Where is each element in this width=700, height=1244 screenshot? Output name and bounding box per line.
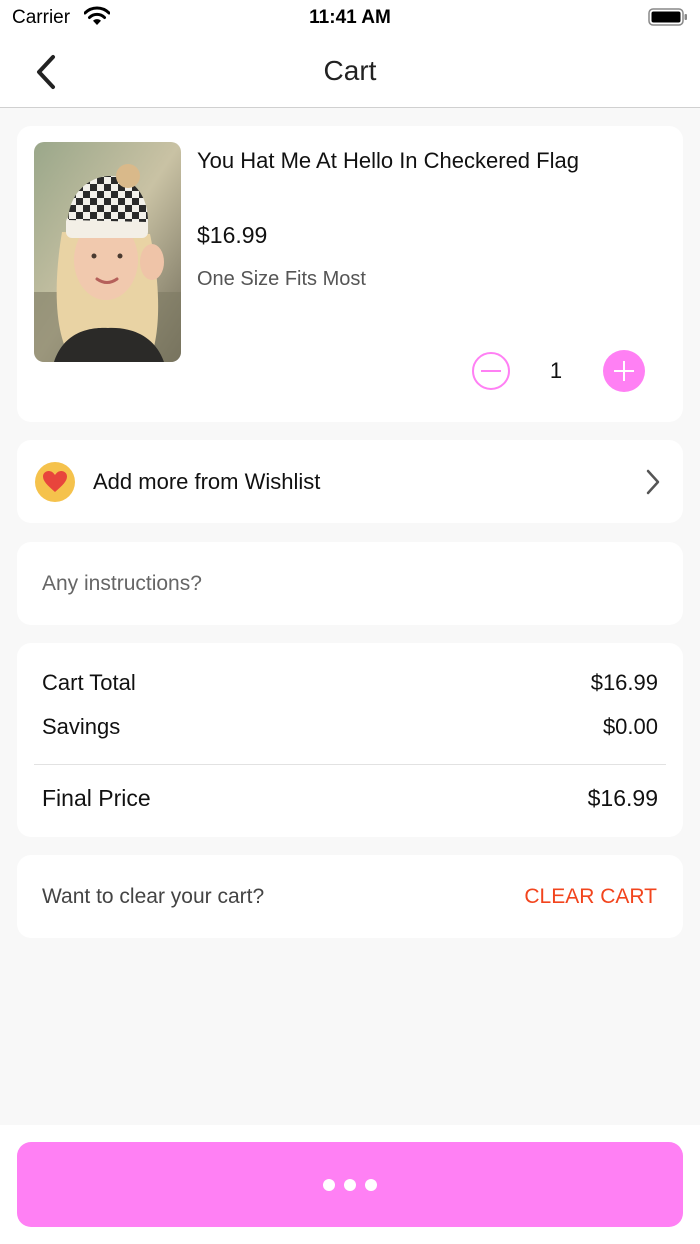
clock-time: 11:41 AM	[309, 7, 391, 28]
bottom-bar	[0, 1125, 700, 1244]
product-name[interactable]: You Hat Me At Hello In Checkered Flag	[197, 146, 597, 176]
order-summary: Cart Total $16.99 Savings $0.00 Final Pr…	[17, 643, 683, 837]
instructions-input[interactable]	[42, 566, 652, 602]
loading-dot	[344, 1178, 356, 1191]
clear-cart-button[interactable]: CLEAR CART	[524, 885, 657, 909]
savings-row: Savings $0.00	[42, 714, 658, 740]
add-from-wishlist-row[interactable]: Add more from Wishlist	[17, 440, 683, 523]
product-image[interactable]	[34, 142, 181, 362]
cart-total-value: $16.99	[590, 670, 658, 695]
product-size: One Size Fits Most	[197, 268, 366, 290]
checkout-button-loading[interactable]	[17, 1142, 683, 1227]
wishlist-label: Add more from Wishlist	[93, 469, 321, 494]
nav-bar: Cart	[0, 36, 700, 108]
status-bar: Carrier 11:41 AM	[0, 0, 700, 36]
final-price-label: Final Price	[42, 785, 151, 811]
final-price-row: Final Price $16.99	[42, 785, 658, 812]
clear-cart-prompt: Want to clear your cart?	[42, 885, 265, 908]
minus-icon	[481, 370, 501, 372]
cart-total-row: Cart Total $16.99	[42, 670, 658, 696]
product-photo	[34, 142, 181, 362]
increase-quantity-button[interactable]	[603, 350, 645, 392]
clear-cart-card: Want to clear your cart? CLEAR CART	[17, 855, 683, 938]
plus-icon	[614, 361, 634, 381]
savings-label: Savings	[42, 714, 121, 739]
loading-dot	[365, 1178, 377, 1191]
product-price: $16.99	[197, 222, 268, 248]
cart-total-label: Cart Total	[42, 670, 136, 695]
quantity-value: 1	[549, 358, 563, 383]
cart-item-card: You Hat Me At Hello In Checkered Flag $1…	[17, 126, 683, 422]
divider	[34, 764, 666, 765]
chevron-right-icon	[646, 469, 660, 495]
decrease-quantity-button[interactable]	[472, 352, 510, 390]
savings-value: $0.00	[602, 714, 658, 739]
loading-dot	[323, 1178, 335, 1191]
final-price-value: $16.99	[587, 785, 658, 811]
instructions-card	[17, 542, 683, 625]
battery-icon	[648, 8, 687, 26]
page-title: Cart	[323, 55, 377, 86]
heart-icon	[35, 462, 75, 502]
